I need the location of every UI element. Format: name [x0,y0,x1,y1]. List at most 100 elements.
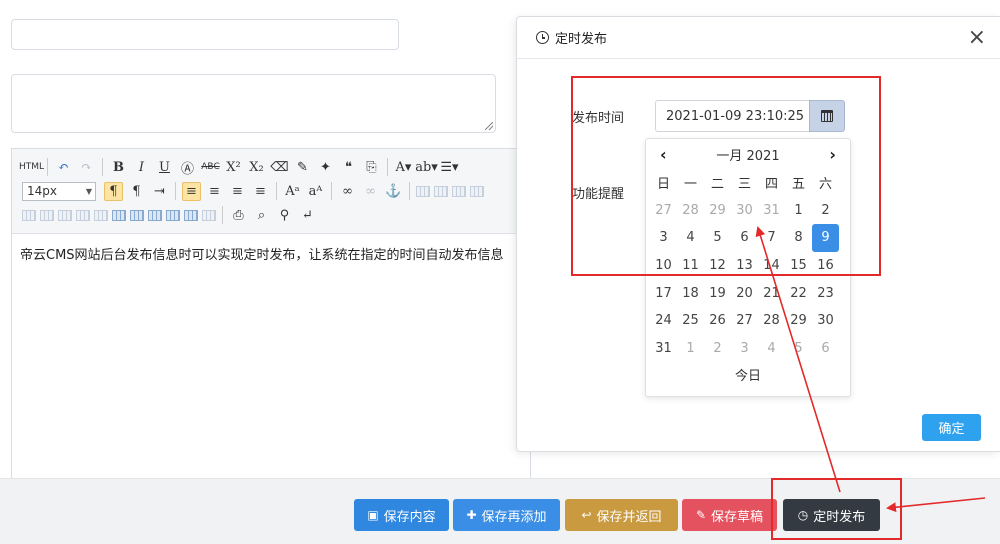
save-and-add-label: 保存再添加 [481,509,547,525]
rich-text-editor[interactable]: HTML ↶ ↷ B I U Ⓐ ABC X² X₂ ⌫ ✎ ✦ ❝ ⎘ A▾ … [11,148,531,488]
close-icon[interactable]: × [968,27,986,49]
split-cells-icon[interactable] [184,209,198,221]
toolbar-separator [102,158,103,176]
modal-header: 定时发布 [517,17,1000,59]
align-right-icon[interactable]: ≡ [228,182,247,201]
toolbar-separator [47,158,48,176]
preview-icon[interactable]: ⌕ [252,206,271,225]
font-size-select[interactable]: 14px ▼ [22,181,96,201]
calendar-day[interactable]: 21 [758,279,785,307]
bold-icon[interactable]: B [109,158,128,177]
calendar-day[interactable]: 30 [812,307,839,335]
calendar-day[interactable]: 22 [785,279,812,307]
calendar-day[interactable]: 24 [650,307,677,335]
title-input[interactable] [11,19,399,50]
superscript-icon[interactable]: X² [224,158,243,177]
undo-icon[interactable]: ↶ [54,158,73,177]
highlight-color-icon[interactable]: ab▾ [415,158,438,177]
image-float-right-icon[interactable] [452,185,466,197]
calendar-day[interactable]: 23 [812,279,839,307]
save-and-return-button[interactable]: ↩ 保存并返回 [565,499,678,531]
search-replace-icon[interactable]: ⚲ [275,206,294,225]
modal-title: 定时发布 [555,32,608,47]
today-button[interactable]: 今日 [646,365,850,384]
rtl-paragraph-icon[interactable]: ¶ [127,182,146,201]
save-draft-label: 保存草稿 [711,509,764,525]
table-props-icon[interactable] [148,209,162,221]
editor-content[interactable]: 帝云CMS网站后台发布信息时可以实现定时发布，让系统在指定的时间自动发布信息 [12,234,530,273]
print-icon[interactable]: ⎙ [229,206,248,225]
calendar-day[interactable]: 2 [704,335,731,363]
paste-plain-icon[interactable]: ⎘ [362,158,381,177]
auto-format-icon[interactable]: ✦ [316,158,335,177]
calendar-day[interactable]: 20 [731,279,758,307]
calendar-day[interactable]: 4 [758,335,785,363]
insert-col-icon[interactable] [58,209,72,221]
unlink-icon[interactable]: ∞ [361,182,380,201]
calendar-day[interactable]: 29 [785,307,812,335]
delete-row-icon[interactable] [40,209,54,221]
calendar-day[interactable]: 31 [650,335,677,363]
underline-icon[interactable]: U [155,158,174,177]
table-icon[interactable] [112,209,126,221]
indent-icon[interactable]: ⇥ [150,182,169,201]
align-center-icon[interactable]: ≡ [205,182,224,201]
calendar-day[interactable]: 1 [677,335,704,363]
page-break-icon[interactable] [202,209,216,221]
calendar-day[interactable]: 6 [812,335,839,363]
anchor-icon[interactable]: ⚓ [384,182,403,201]
subscript-icon[interactable]: X₂ [247,158,266,177]
image-center-icon[interactable] [470,185,484,197]
summary-textarea[interactable] [11,74,496,133]
highlight-box-datetime [571,76,881,276]
chevron-down-icon: ▼ [85,186,92,196]
toolbar-separator [387,158,388,176]
reply-icon: ↩ [581,508,592,522]
calendar-day[interactable]: 28 [758,307,785,335]
italic-icon[interactable]: I [132,158,151,177]
insert-table-icon[interactable] [130,209,144,221]
font-border-icon[interactable]: Ⓐ [178,158,197,177]
save-content-label: 保存内容 [383,509,436,525]
calendar-day[interactable]: 26 [704,307,731,335]
blockquote-icon[interactable]: ❝ [339,158,358,177]
calendar-day[interactable]: 18 [677,279,704,307]
calendar-day[interactable]: 27 [731,307,758,335]
ltr-paragraph-icon[interactable]: ¶ [104,181,123,201]
html-source-button[interactable]: HTML [19,158,44,177]
format-brush-icon[interactable]: ✎ [293,158,312,177]
save-icon: ▣ [367,508,379,522]
calendar-day[interactable]: 5 [785,335,812,363]
save-and-add-button[interactable]: ✚ 保存再添加 [453,499,560,531]
eraser-icon[interactable]: ⌫ [270,158,289,177]
delete-col-icon[interactable] [76,209,90,221]
font-size-value: 14px [27,184,57,198]
lowercase-icon[interactable]: aᴬ [306,182,325,201]
resize-handle-icon[interactable] [485,122,493,130]
toolbar-separator [222,206,223,224]
image-float-left-icon[interactable] [434,185,448,197]
cell-props-icon[interactable] [166,209,180,221]
calendar-day[interactable]: 25 [677,307,704,335]
ordered-list-icon[interactable]: ☰▾ [440,158,459,177]
calendar-day[interactable]: 19 [704,279,731,307]
uppercase-icon[interactable]: Aᵃ [283,182,302,201]
link-icon[interactable]: ∞ [338,182,357,201]
merge-cells-icon[interactable] [94,209,108,221]
insert-row-icon[interactable] [22,209,36,221]
image-float-none-icon[interactable] [416,185,430,197]
align-justify-icon[interactable]: ≡ [251,182,270,201]
calendar-day[interactable]: 17 [650,279,677,307]
confirm-button[interactable]: 确定 [922,414,981,441]
calendar-day[interactable]: 3 [731,335,758,363]
redo-icon[interactable]: ↷ [77,158,96,177]
editor-toolbar: HTML ↶ ↷ B I U Ⓐ ABC X² X₂ ⌫ ✎ ✦ ❝ ⎘ A▾ … [12,149,530,234]
save-draft-button[interactable]: ✎ 保存草稿 [682,499,777,531]
clock-icon [536,31,549,44]
strikethrough-icon[interactable]: ABC [201,158,220,177]
font-color-icon[interactable]: A▾ [394,158,413,177]
line-break-icon[interactable]: ↵ [298,206,317,225]
pencil-icon: ✎ [695,508,707,522]
align-left-icon[interactable]: ≡ [182,181,201,201]
save-content-button[interactable]: ▣ 保存内容 [354,499,449,531]
